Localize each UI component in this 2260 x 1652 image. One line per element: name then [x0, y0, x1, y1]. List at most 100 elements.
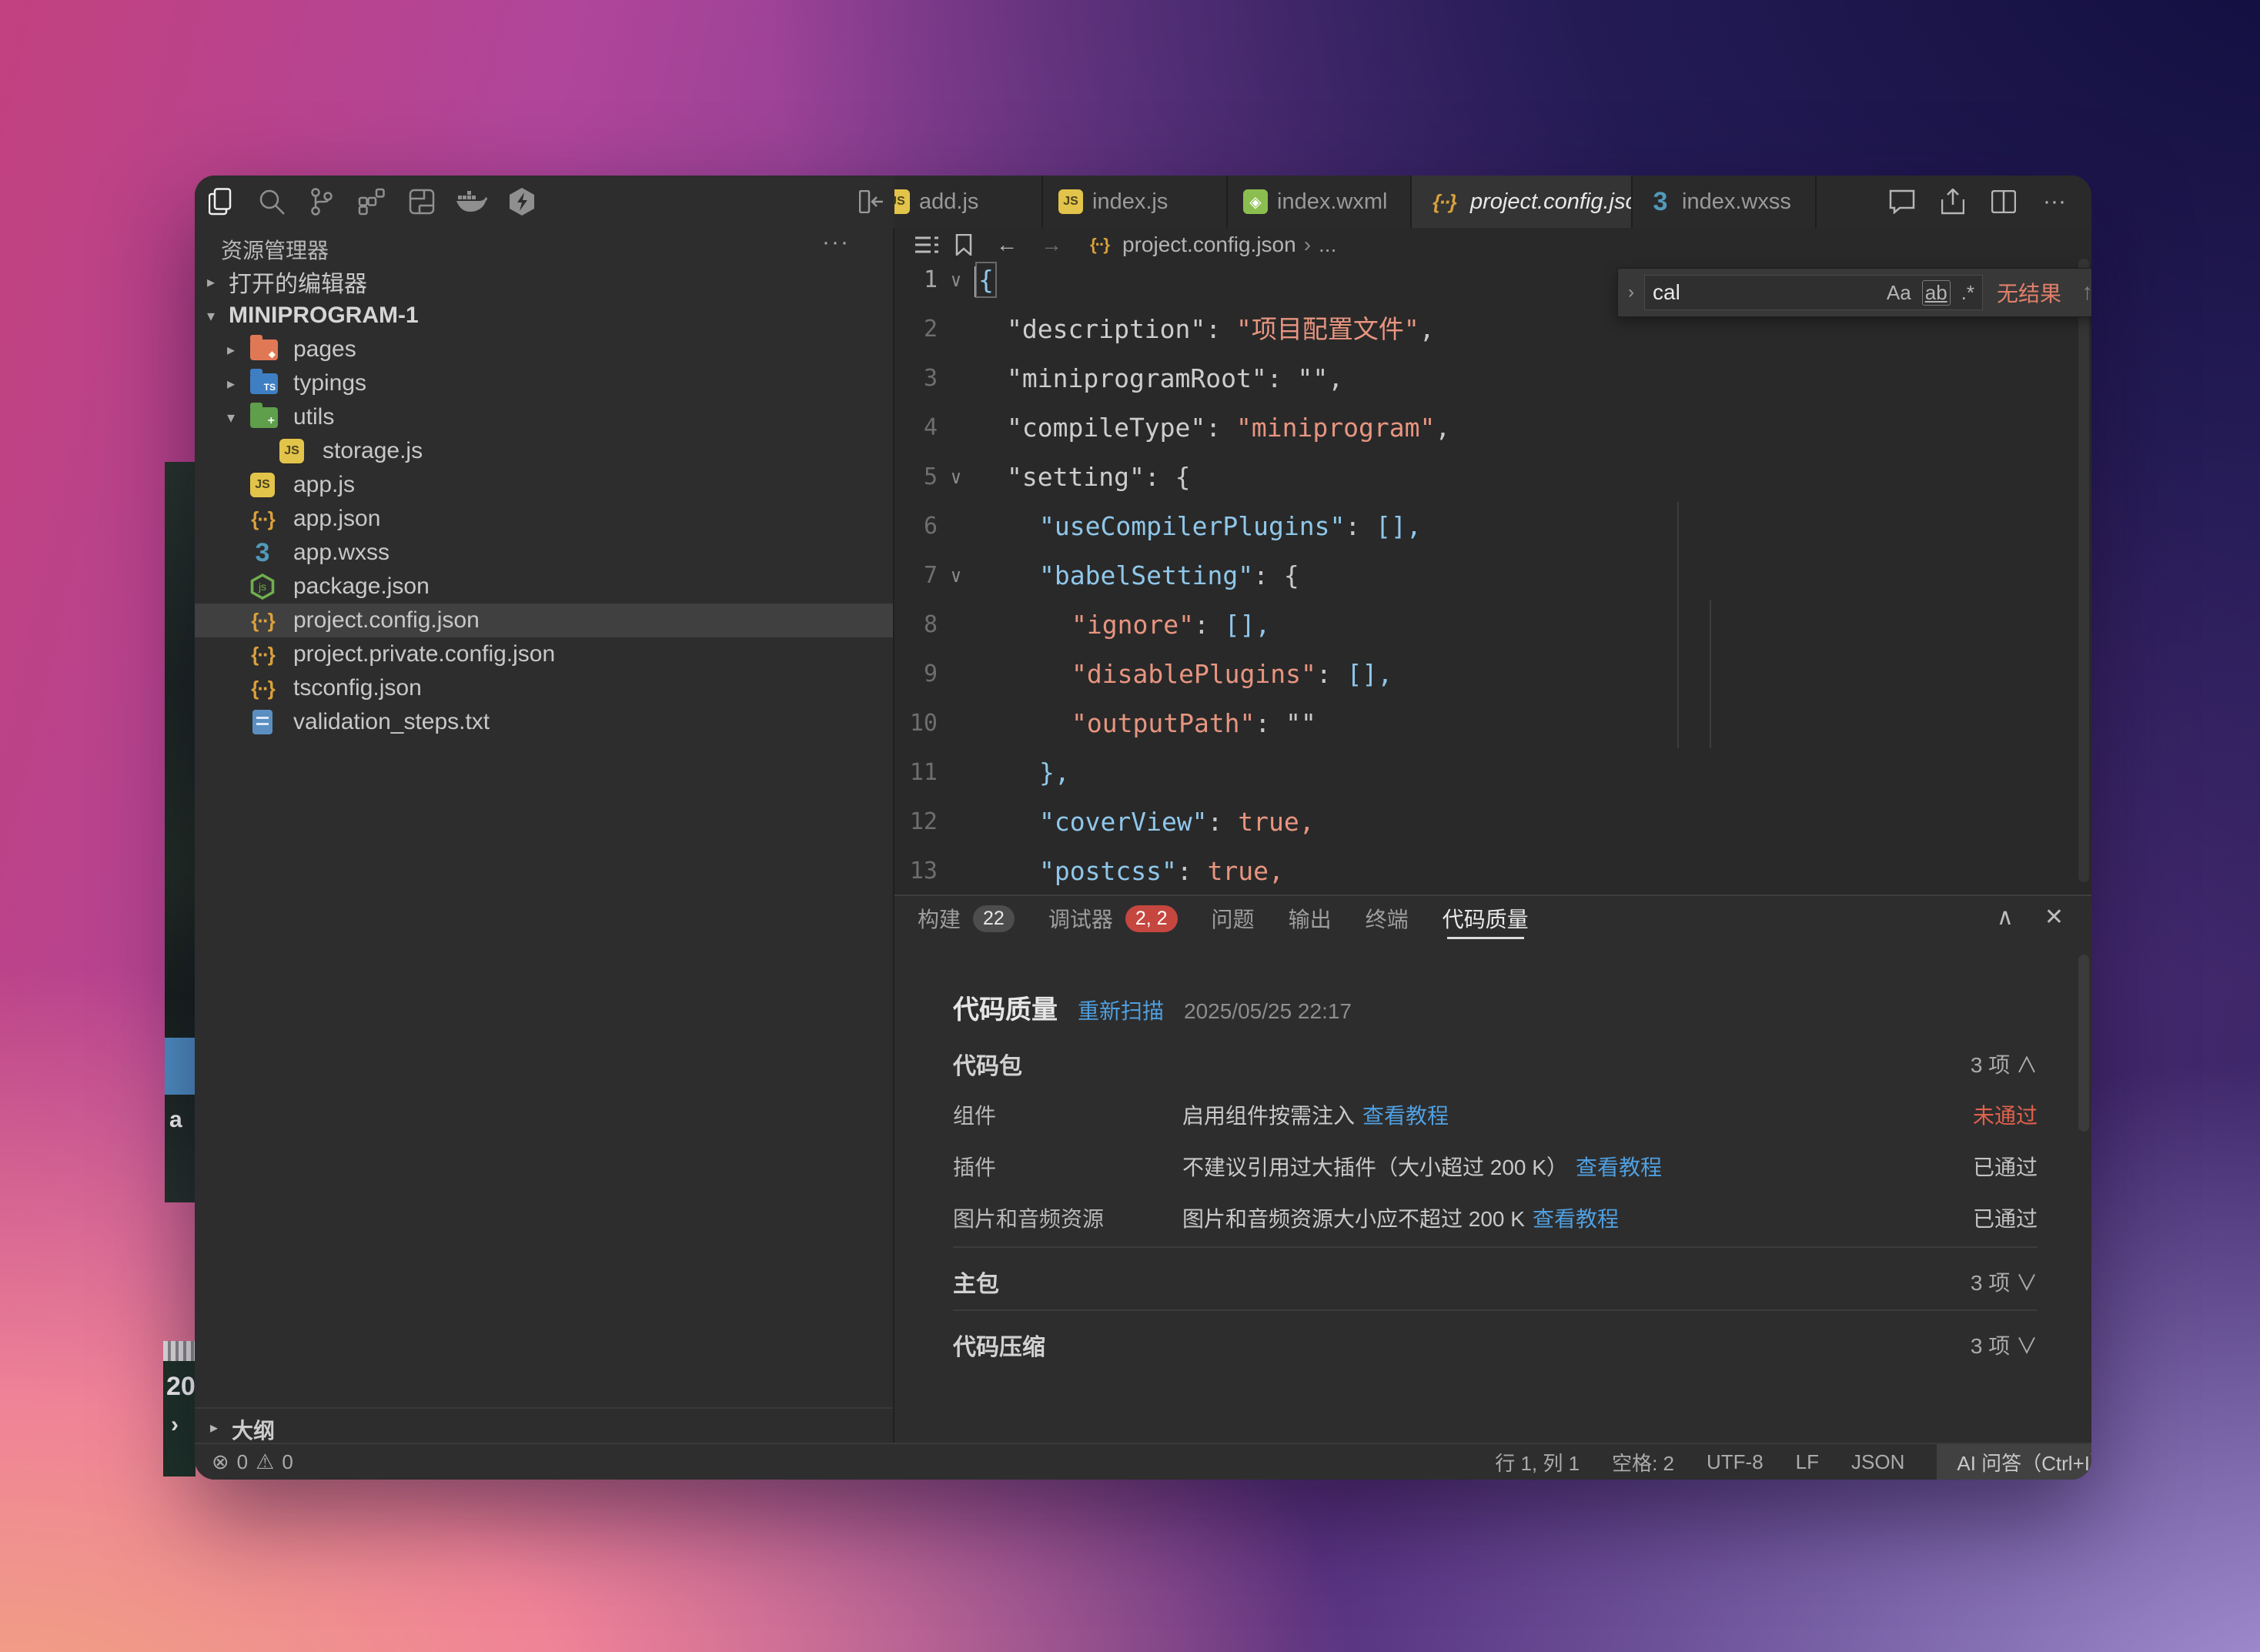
tree-item-typings[interactable]: ▸ typings	[195, 366, 893, 400]
tree-item-project.config.json[interactable]: project.config.json	[195, 604, 893, 637]
save-all-icon[interactable]	[406, 186, 438, 218]
code-line-9[interactable]: 9 "disablePlugins": [],	[894, 650, 2091, 699]
fold-chevron-icon[interactable]: ∨	[942, 453, 970, 502]
tree-item-tsconfig.json[interactable]: tsconfig.json	[195, 671, 893, 705]
token: "disablePlugins"	[1071, 659, 1316, 689]
code-line-text: "compileType": "miniprogram",	[1007, 403, 1450, 453]
toggle-replace-icon[interactable]: ›	[1618, 282, 1644, 303]
fold-chevron-icon[interactable]: ∨	[942, 256, 970, 305]
tree-item-storage.js[interactable]: storage.js	[195, 434, 893, 468]
panel-tab-调试器[interactable]: 调试器 2, 2	[1048, 896, 1178, 941]
collapse-sidebar-icon[interactable]	[855, 186, 889, 217]
tree-item-validation_steps.txt[interactable]: validation_steps.txt	[195, 705, 893, 739]
tree-item-MINIPROGRAM-1[interactable]: ▾ MINIPROGRAM-1	[195, 299, 893, 333]
source-control-icon[interactable]	[306, 186, 338, 218]
code-line-12[interactable]: 12 "coverView": true,	[894, 798, 2091, 847]
tree-item-utils[interactable]: ▾ utils	[195, 400, 893, 434]
docker-icon[interactable]	[456, 186, 488, 218]
section-代码压缩[interactable]: 代码压缩 3 项 ∨	[953, 1316, 2038, 1366]
background-widget-number: 20	[166, 1372, 196, 1401]
token: :	[1316, 659, 1347, 689]
code-line-text: "ignore": [],	[1071, 600, 1270, 650]
code-line-10[interactable]: 10 "outputPath": ""	[894, 699, 2091, 748]
token: [],	[1224, 610, 1271, 640]
comment-icon[interactable]	[1887, 186, 1917, 217]
tree-item-label: package.json	[293, 574, 430, 599]
code-line-text: "miniprogramRoot": "",	[1007, 354, 1343, 403]
rescan-link[interactable]: 重新扫描	[1078, 995, 1164, 1025]
ai-plugin-icon[interactable]	[506, 186, 538, 218]
status-item[interactable]: LF	[1796, 1450, 1819, 1474]
code-line-8[interactable]: 8 "ignore": [],	[894, 600, 2091, 650]
ai-chat-status-item[interactable]: AI 问答（Ctrl+I）	[1937, 1444, 2091, 1480]
tree-item-pages[interactable]: ▸ pages	[195, 333, 893, 366]
find-previous-icon[interactable]: ↑	[2081, 279, 2091, 306]
section-代码包[interactable]: 代码包 3 项 ∧	[953, 1035, 2038, 1085]
files-icon[interactable]	[206, 186, 238, 218]
outline-section[interactable]: ▸ 大纲	[195, 1407, 893, 1444]
code-line-5[interactable]: 5 ∨ "setting": {	[894, 453, 2091, 502]
panel-tab-问题[interactable]: 问题	[1212, 896, 1255, 941]
panel-tab-构建[interactable]: 构建 22	[918, 896, 1015, 941]
match-case-icon[interactable]: Aa	[1887, 281, 1911, 305]
panel-maximize-icon[interactable]: ∧	[1997, 904, 2014, 931]
more-icon[interactable]: ···	[2039, 186, 2070, 217]
token: },	[1039, 757, 1070, 788]
code-line-4[interactable]: 4 "compileType": "miniprogram",	[894, 403, 2091, 453]
panel-tab-代码质量[interactable]: 代码质量	[1443, 896, 1529, 941]
section-主包[interactable]: 主包 3 项 ∨	[953, 1252, 2038, 1303]
extensions-icon[interactable]	[356, 186, 388, 218]
status-item[interactable]: JSON	[1851, 1450, 1904, 1474]
code-line-3[interactable]: 3 "miniprogramRoot": "",	[894, 354, 2091, 403]
problems-summary[interactable]: ⊗ 0 ⚠ 0	[212, 1450, 293, 1474]
status-item[interactable]: 空格: 2	[1612, 1448, 1674, 1476]
tab-project.config.json[interactable]: project.config.json✕	[1412, 176, 1633, 228]
status-item[interactable]: 行 1, 列 1	[1495, 1448, 1580, 1476]
regex-icon[interactable]: .*	[1961, 281, 1974, 305]
find-input[interactable]: cal Aa ab .*	[1644, 275, 1983, 310]
panel-tab-输出[interactable]: 输出	[1289, 896, 1332, 941]
view-tutorial-link[interactable]: 查看教程	[1533, 1207, 1619, 1231]
tab-index.wxml[interactable]: index.wxml	[1228, 176, 1412, 228]
section-count[interactable]: 3 项 ∧	[1971, 1048, 2038, 1079]
panel-scrollbar[interactable]	[2078, 955, 2089, 1132]
section-count[interactable]: 3 项 ∨	[1971, 1329, 2038, 1360]
code-line-11[interactable]: 11},	[894, 748, 2091, 798]
code-line-13[interactable]: 13 "postcss": true,	[894, 847, 2091, 896]
split-editor-icon[interactable]	[1988, 186, 2019, 217]
whole-word-icon[interactable]: ab	[1921, 279, 1951, 306]
panel-title: 代码质量	[953, 995, 1058, 1025]
tab-index.js[interactable]: index.js	[1043, 176, 1228, 228]
section-count[interactable]: 3 项 ∨	[1971, 1266, 2038, 1297]
view-tutorial-link[interactable]: 查看教程	[1576, 1155, 1662, 1179]
tree-item-label: project.config.json	[293, 607, 480, 633]
quality-row-组件: 组件 启用组件按需注入 查看教程 未通过	[953, 1085, 2038, 1137]
tree-item-app.wxss[interactable]: app.wxss	[195, 536, 893, 570]
token: :	[1193, 610, 1225, 640]
tree-item-app.json[interactable]: app.json	[195, 502, 893, 536]
tree-item-打开的编辑器[interactable]: ▸ 打开的编辑器	[195, 265, 893, 299]
panel-tab-终端[interactable]: 终端	[1366, 896, 1409, 941]
tree-item-app.js[interactable]: app.js	[195, 468, 893, 502]
tab-index.wxss[interactable]: index.wxss	[1633, 176, 1817, 228]
line-number: 1	[923, 266, 938, 293]
status-item[interactable]: UTF-8	[1707, 1450, 1764, 1474]
code-line-7[interactable]: 7 ∨ "babelSetting": {	[894, 551, 2091, 600]
sidebar-more-icon[interactable]: ···	[822, 229, 850, 256]
view-tutorial-link[interactable]: 查看教程	[1362, 1104, 1449, 1128]
breadcrumb-file[interactable]: project.config.json	[1084, 232, 1296, 257]
code-editor[interactable]: 1 ∨{2 "description": "项目配置文件", 3 "miniprogra…	[894, 256, 2091, 896]
line-number: 9	[923, 660, 938, 687]
export-icon[interactable]	[1937, 186, 1968, 217]
tab-add.js[interactable]: add.js	[894, 176, 1043, 228]
code-line-6[interactable]: 6 "useCompilerPlugins": [],	[894, 502, 2091, 551]
panel-close-icon[interactable]: ✕	[2044, 904, 2064, 931]
breadcrumb-more[interactable]: ...	[1319, 232, 1336, 257]
token: :	[1207, 807, 1239, 837]
editor-scrollbar[interactable]	[2078, 259, 2089, 882]
tree-item-package.json[interactable]: package.json	[195, 570, 893, 604]
tree-item-project.private.config.json[interactable]: project.private.config.json	[195, 637, 893, 671]
npm-icon	[246, 574, 279, 600]
search-icon[interactable]	[256, 186, 288, 218]
fold-chevron-icon[interactable]: ∨	[942, 551, 970, 600]
